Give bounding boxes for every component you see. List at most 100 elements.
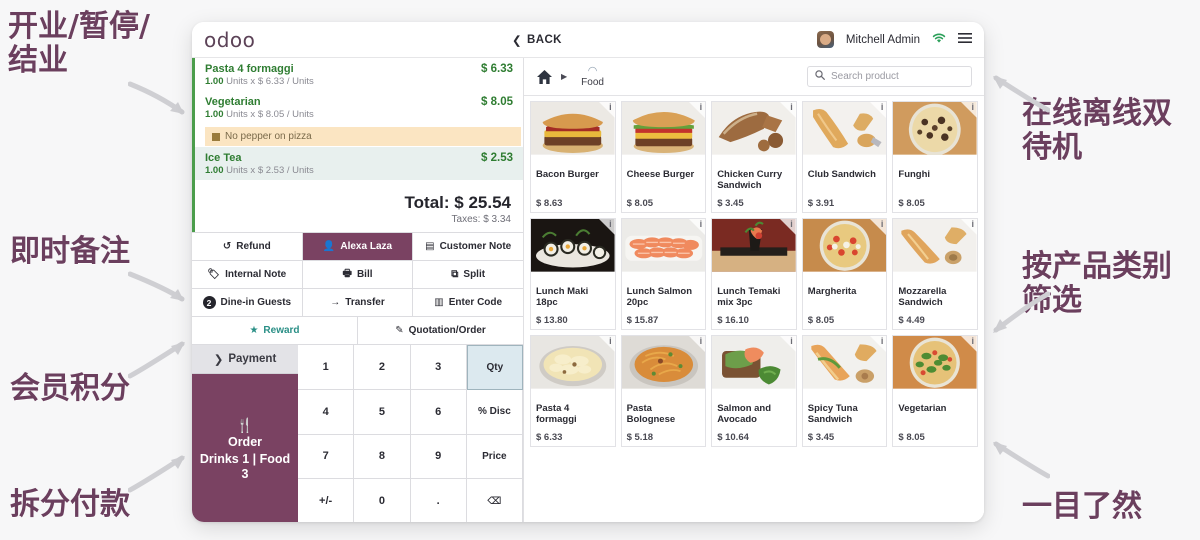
annotation-arrow-open-pause-close xyxy=(128,80,190,120)
control-button-label: Quotation/Order xyxy=(408,325,486,336)
numpad-key--disc[interactable]: % Disc xyxy=(466,389,523,435)
product-card[interactable]: i Chicken Curry Sandwich $ 3.45 xyxy=(711,101,797,213)
info-icon[interactable]: i xyxy=(971,102,974,112)
order-line-note[interactable]: No pepper on pizza xyxy=(205,127,521,146)
numpad-key--[interactable]: . xyxy=(410,479,467,522)
info-icon[interactable]: i xyxy=(881,336,884,346)
product-price: $ 6.33 xyxy=(536,432,563,443)
control-button-split[interactable]: ⧉ Split xyxy=(413,261,524,288)
control-button-alexa-laza[interactable]: 👤 Alexa Laza xyxy=(302,233,414,260)
numpad-key-5[interactable]: 5 xyxy=(354,389,411,435)
info-icon[interactable]: i xyxy=(971,219,974,229)
product-grid-wrap: i Bacon Burger $ 8.63 i Cheese Burger $ 8.05 i… xyxy=(524,96,984,522)
info-icon[interactable]: i xyxy=(700,102,703,112)
product-card[interactable]: i Lunch Salmon 20pc $ 15.87 xyxy=(620,218,707,330)
hamburger-menu-icon[interactable] xyxy=(958,31,972,49)
product-grid[interactable]: i Bacon Burger $ 8.63 i Cheese Burger $ 8.05 i… xyxy=(530,101,978,447)
info-icon[interactable]: i xyxy=(609,102,612,112)
control-button-label: Customer Note xyxy=(439,241,512,252)
order-totals: Total: $ 25.54 Taxes: $ 3.34 xyxy=(192,190,523,232)
info-icon[interactable]: i xyxy=(790,336,793,346)
numpad-key-2[interactable]: 2 xyxy=(354,345,411,390)
printer-icon: 🖶 xyxy=(342,268,352,279)
control-button-refund[interactable]: ↺ Refund xyxy=(192,233,303,260)
control-button-quotation-order[interactable]: ✎ Quotation/Order xyxy=(358,317,523,344)
product-card[interactable]: i Lunch Maki 18pc $ 13.80 xyxy=(530,218,616,330)
info-icon[interactable]: i xyxy=(609,336,612,346)
order-line-detail: 1.00 Units x $ 6.33 / Units xyxy=(205,76,314,87)
product-card[interactable]: i Pasta 4 formaggi $ 6.33 xyxy=(530,335,616,447)
numpad-key-6[interactable]: 6 xyxy=(410,389,467,435)
numpad-key-3[interactable]: 3 xyxy=(410,345,467,390)
control-button-enter-code[interactable]: ▥ Enter Code xyxy=(413,289,524,316)
order-button[interactable]: 🍴 Order Drinks 1 | Food 3 xyxy=(192,374,298,522)
caret-right-icon: ▶ xyxy=(561,72,568,81)
product-image: i xyxy=(802,219,887,282)
numpad-key-1[interactable]: 1 xyxy=(298,345,355,390)
product-card[interactable]: i Pasta Bolognese $ 5.18 xyxy=(620,335,707,447)
product-card[interactable]: i Bacon Burger $ 8.63 xyxy=(530,101,616,213)
product-card[interactable]: i Vegetarian $ 8.05 xyxy=(892,335,978,447)
category-chip-label: Food xyxy=(581,76,604,88)
info-icon[interactable]: i xyxy=(790,219,793,229)
product-card[interactable]: i Cheese Burger $ 8.05 xyxy=(620,101,707,213)
info-icon[interactable]: i xyxy=(790,102,793,112)
info-icon[interactable]: i xyxy=(971,336,974,346)
product-card[interactable]: i Mozzarella Sandwich $ 4.49 xyxy=(892,218,978,330)
product-info-corner xyxy=(598,219,615,235)
numpad-key-price[interactable]: Price xyxy=(466,434,523,480)
order-line-price: $ 6.33 xyxy=(481,63,513,75)
payment-button[interactable]: ❯ Payment xyxy=(192,345,298,374)
product-image: i xyxy=(712,219,796,282)
numpad-key--[interactable]: ⌫ xyxy=(466,479,523,522)
search-product-box[interactable]: Search product xyxy=(807,66,972,87)
numpad-key-0[interactable]: 0 xyxy=(354,479,411,522)
customer-icon: 👤 xyxy=(322,241,336,252)
info-icon[interactable]: i xyxy=(700,336,703,346)
info-icon[interactable]: i xyxy=(609,219,612,229)
product-pane: ▶ ◠ Food Search product i Bacon Burger $ 8… xyxy=(524,58,984,522)
product-card[interactable]: i Club Sandwich $ 3.91 xyxy=(801,101,888,213)
odoo-logo[interactable]: odoo xyxy=(204,28,334,52)
back-button[interactable]: ❮ BACK xyxy=(512,33,562,47)
numpad[interactable]: 1 2 3 Qty 4 5 6% Disc 7 8 9 Price +/- 0. ⌫ xyxy=(298,345,523,522)
product-price: $ 8.05 xyxy=(807,315,835,326)
control-button-internal-note[interactable]: 🏷 Internal Note xyxy=(192,261,303,288)
control-button-bill[interactable]: 🖶 Bill xyxy=(302,261,414,288)
user-name[interactable]: Mitchell Admin xyxy=(846,34,920,46)
product-card[interactable]: i Salmon and Avocado $ 10.64 xyxy=(711,335,797,447)
product-card[interactable]: i Margherita $ 8.05 xyxy=(801,218,888,330)
order-line-price: $ 8.05 xyxy=(481,96,513,108)
product-name: Salmon and Avocado xyxy=(717,403,772,426)
product-card[interactable]: i Funghi $ 8.05 xyxy=(892,101,978,213)
order-line[interactable]: Pasta 4 formaggi $ 6.33 1.00 Units x $ 6.3… xyxy=(195,58,523,91)
category-chip-food[interactable]: ◠ Food xyxy=(575,65,610,88)
info-icon[interactable]: i xyxy=(881,219,884,229)
control-button-dine-in-guests[interactable]: 2 Dine-in Guests xyxy=(192,289,303,316)
numpad-key-8[interactable]: 8 xyxy=(354,434,411,480)
order-line[interactable]: Ice Tea $ 2.53 1.00 Units x $ 2.53 / Units xyxy=(195,147,523,180)
wifi-icon[interactable] xyxy=(932,31,946,49)
avatar[interactable] xyxy=(816,31,834,48)
numpad-key-7[interactable]: 7 xyxy=(298,434,355,480)
control-button-customer-note[interactable]: ▤ Customer Note xyxy=(413,233,524,260)
numpad-key-4[interactable]: 4 xyxy=(298,389,355,435)
control-button-reward[interactable]: ★ Reward xyxy=(192,317,358,344)
product-name: Spicy Tuna Sandwich xyxy=(807,403,858,426)
info-icon[interactable]: i xyxy=(700,219,703,229)
info-icon[interactable]: i xyxy=(881,102,884,112)
control-button-label: Internal Note xyxy=(225,269,287,280)
numpad-key-9[interactable]: 9 xyxy=(410,434,467,480)
numpad-key--[interactable]: +/- xyxy=(298,479,355,522)
product-card[interactable]: i Spicy Tuna Sandwich $ 3.45 xyxy=(801,335,888,447)
order-lines-list[interactable]: Pasta 4 formaggi $ 6.33 1.00 Units x $ 6.3… xyxy=(192,58,523,190)
product-card[interactable]: i Lunch Temaki mix 3pc $ 16.10 xyxy=(711,218,797,330)
numpad-key-qty[interactable]: Qty xyxy=(466,345,523,390)
home-icon[interactable] xyxy=(536,69,553,85)
product-image: i xyxy=(712,102,796,165)
control-button-transfer[interactable]: → Transfer xyxy=(302,289,414,316)
product-price: $ 3.91 xyxy=(807,198,835,209)
product-price: $ 8.05 xyxy=(898,432,925,443)
order-line[interactable]: Vegetarian $ 8.05 1.00 Units x $ 8.05 / Un… xyxy=(195,91,523,124)
control-button-label: Dine-in Guests xyxy=(220,297,292,308)
